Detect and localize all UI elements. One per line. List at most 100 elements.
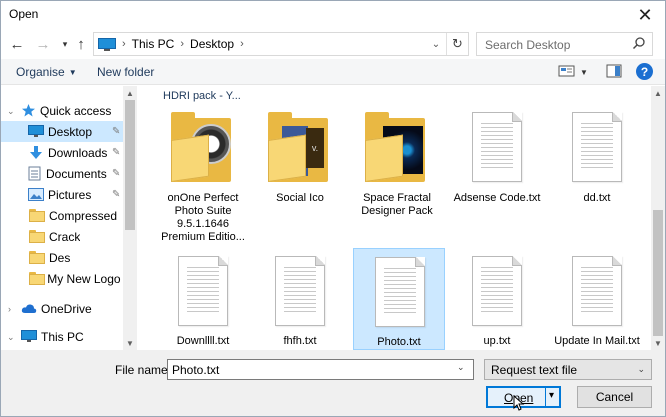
file-item-downllll[interactable]: Downllll.txt <box>157 248 249 350</box>
folder-icon <box>365 112 429 184</box>
computer-icon <box>98 37 116 51</box>
cancel-button[interactable]: Cancel <box>577 386 652 408</box>
nav-item-compressed[interactable]: Compressed <box>1 205 123 226</box>
scroll-up-icon[interactable]: ▲ <box>651 86 665 100</box>
command-toolbar: Organise ▼ New folder ▼ ? <box>1 59 665 85</box>
expand-arrow-icon[interactable]: ⌄ <box>7 106 15 117</box>
organise-label: Organise <box>16 65 65 79</box>
forward-button[interactable]: → <box>33 34 53 54</box>
nav-item-downloads[interactable]: Downloads ✎ <box>1 142 123 163</box>
nav-item-documents[interactable]: Documents ✎ <box>1 163 123 184</box>
file-item-onone-folder[interactable]: onOne Perfect Photo Suite 9.5.1.1646 Pre… <box>157 102 249 248</box>
nav-item-des[interactable]: Des <box>1 247 123 268</box>
file-name: Photo.txt <box>377 336 421 348</box>
file-name-label: File name: <box>115 363 172 377</box>
pin-icon[interactable]: ✎ <box>112 126 120 137</box>
nav-item-this-pc[interactable]: This PC <box>21 326 123 347</box>
file-name: Adsense Code.txt <box>453 192 541 204</box>
preview-pane-icon[interactable] <box>606 64 622 79</box>
nav-item-onedrive[interactable]: OneDrive <box>21 298 123 319</box>
file-type-value: Request text file <box>491 363 578 377</box>
text-file-icon <box>572 256 622 326</box>
new-folder-button[interactable]: New folder <box>97 65 154 79</box>
scroll-up-icon[interactable]: ▲ <box>123 86 137 100</box>
scrollbar-thumb[interactable] <box>653 210 663 336</box>
nav-item-desktop[interactable]: Desktop ✎ <box>1 121 123 142</box>
title-bar: Open ✕ <box>1 1 665 29</box>
search-placeholder: Search Desktop <box>485 38 571 52</box>
nav-item-label: Documents <box>46 166 107 181</box>
folder-icon <box>29 209 45 222</box>
nav-item-label: Des <box>49 250 71 265</box>
back-button[interactable]: ← <box>7 34 27 54</box>
text-file-icon <box>572 112 622 182</box>
close-button[interactable]: ✕ <box>625 1 665 29</box>
file-list-scrollbar[interactable]: ▲ ▼ <box>651 86 665 350</box>
file-item-adsense-code[interactable]: Adsense Code.txt <box>451 102 543 248</box>
breadcrumb-separator-icon[interactable]: › <box>180 38 184 50</box>
search-input[interactable]: Search Desktop <box>476 32 653 56</box>
truncated-item-label[interactable]: HDRI pack - Y... <box>163 90 241 102</box>
address-bar[interactable]: › This PC › Desktop › ⌄ ↻ <box>93 32 469 56</box>
open-options-icon[interactable]: ▾ <box>549 390 554 401</box>
organise-menu[interactable]: Organise ▼ <box>16 65 77 79</box>
pin-icon[interactable]: ✎ <box>112 189 120 200</box>
expand-arrow-icon[interactable]: › <box>8 304 11 314</box>
chevron-down-icon: ⌄ <box>637 364 645 374</box>
scroll-down-icon[interactable]: ▼ <box>123 336 137 350</box>
file-item-dd[interactable]: dd.txt <box>551 102 643 248</box>
nav-item-label: Desktop <box>48 124 93 139</box>
file-name: Social Ico <box>276 192 324 204</box>
nav-item-label: My New Logo D <box>47 271 123 286</box>
nav-item-label: OneDrive <box>41 301 92 316</box>
file-item-space-fractal-folder[interactable]: Space Fractal Designer Pack <box>351 102 443 248</box>
help-icon[interactable]: ? <box>636 63 653 80</box>
file-item-social-ico-folder[interactable]: f v. Social Ico <box>254 102 346 248</box>
refresh-button[interactable]: ↻ <box>446 33 468 55</box>
folder-icon <box>29 251 45 264</box>
social-preview-icon: v. <box>306 128 324 168</box>
scroll-down-icon[interactable]: ▼ <box>651 336 665 350</box>
file-item-photo[interactable]: Photo.txt <box>353 248 445 350</box>
file-name-input[interactable] <box>167 359 474 380</box>
text-file-icon <box>472 112 522 182</box>
breadcrumb-separator-icon[interactable]: › <box>240 38 244 50</box>
file-item-up[interactable]: up.txt <box>451 248 543 350</box>
breadcrumb-this-pc[interactable]: This PC <box>132 37 175 51</box>
nav-item-pictures[interactable]: Pictures ✎ <box>1 184 123 205</box>
expand-arrow-icon[interactable]: ⌄ <box>7 332 15 343</box>
address-dropdown-button[interactable]: ⌄ <box>428 36 444 52</box>
nav-item-crack[interactable]: Crack <box>1 226 123 247</box>
file-name: Downllll.txt <box>176 335 230 347</box>
arrow-left-icon: ← <box>9 35 25 53</box>
file-name: Space Fractal Designer Pack <box>361 192 433 217</box>
documents-icon <box>28 166 41 181</box>
breadcrumb-separator-icon[interactable]: › <box>122 38 126 50</box>
nav-item-label: Quick access <box>40 103 112 118</box>
chevron-down-icon: ⌄ <box>431 38 441 50</box>
computer-icon <box>21 330 37 342</box>
file-item-fhfh[interactable]: fhfh.txt <box>254 248 346 350</box>
nav-item-label: Pictures <box>48 187 92 202</box>
nav-item-my-new-logo[interactable]: My New Logo D <box>1 268 123 289</box>
file-name: up.txt <box>483 335 511 347</box>
nav-item-quick-access[interactable]: Quick access <box>21 100 123 121</box>
text-file-icon <box>178 256 228 326</box>
scrollbar-thumb[interactable] <box>125 100 135 230</box>
change-view-icon[interactable] <box>558 64 576 79</box>
file-type-select[interactable]: Request text file ⌄ <box>484 359 652 380</box>
text-file-icon <box>275 256 325 326</box>
file-item-update-in-mail[interactable]: Update In Mail.txt <box>551 248 643 350</box>
file-name: dd.txt <box>583 192 611 204</box>
nav-item-label: Downloads <box>48 145 108 160</box>
pin-icon[interactable]: ✎ <box>112 168 120 179</box>
file-name-dropdown-icon[interactable]: ⌄ <box>457 362 465 373</box>
pin-icon[interactable]: ✎ <box>112 147 120 158</box>
nav-item-label: Crack <box>49 229 81 244</box>
text-file-icon <box>375 257 425 327</box>
breadcrumb-desktop[interactable]: Desktop <box>190 37 234 51</box>
nav-pane-scrollbar[interactable]: ▲ ▼ <box>123 86 137 350</box>
up-button[interactable]: ↑ <box>71 34 91 54</box>
pictures-icon <box>28 187 44 201</box>
view-options-icon[interactable]: ▼ <box>580 68 588 77</box>
